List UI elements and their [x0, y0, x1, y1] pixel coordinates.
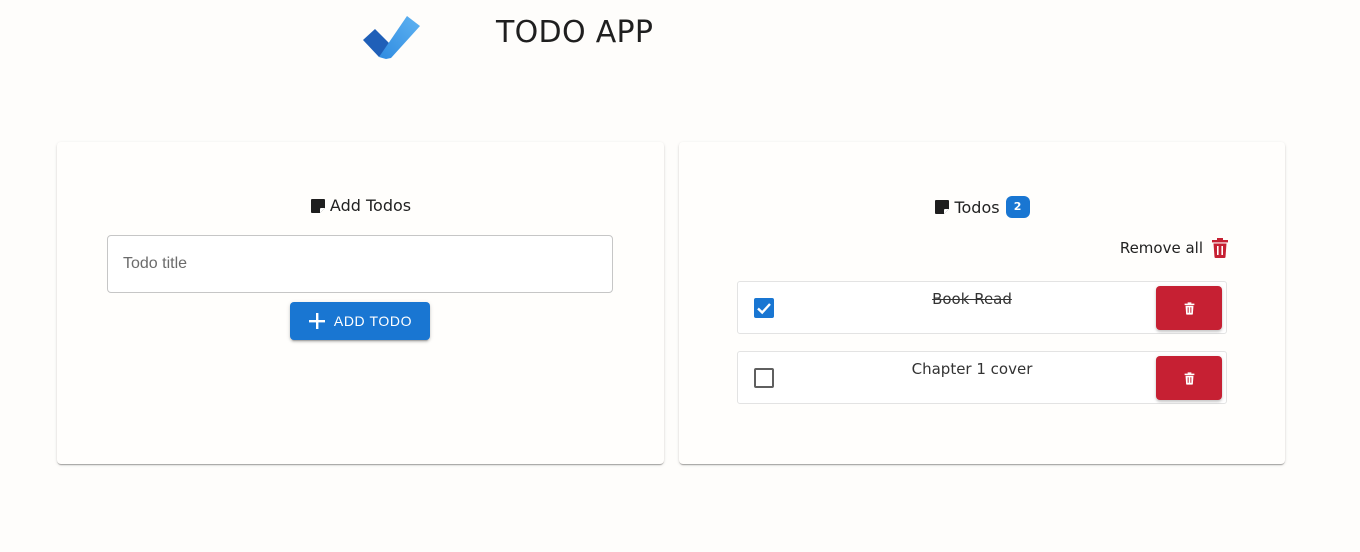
- add-todos-heading-label: Add Todos: [329, 196, 412, 215]
- remove-all-label: Remove all: [1119, 239, 1203, 257]
- add-todos-heading: Add Todos: [57, 196, 664, 215]
- todo-item: Chapter 1 cover: [737, 351, 1227, 404]
- todo-checkbox-unchecked[interactable]: [754, 368, 774, 388]
- todos-heading-label: Todos: [954, 197, 1000, 217]
- plus-icon: [308, 313, 325, 329]
- todo-checkbox-checked[interactable]: [754, 298, 774, 318]
- add-todo-card: Add Todos ADD TODO: [57, 142, 664, 464]
- todo-title: Chapter 1 cover: [911, 360, 1033, 378]
- trash-icon: [1184, 301, 1194, 315]
- todo-title-input[interactable]: [107, 235, 613, 293]
- trash-icon: [1212, 238, 1228, 258]
- trash-icon: [1184, 371, 1194, 385]
- sticky-note-icon: [935, 200, 950, 214]
- check-icon: [757, 303, 771, 315]
- add-todo-button[interactable]: ADD TODO: [290, 302, 430, 340]
- app-title: TODO APP: [496, 15, 654, 50]
- sticky-note-icon: [310, 198, 325, 213]
- delete-todo-button[interactable]: [1156, 286, 1222, 330]
- remove-all-button[interactable]: Remove all: [1120, 238, 1229, 258]
- delete-todo-button[interactable]: [1156, 356, 1222, 400]
- todo-list: Book Read Chapter 1 cover: [737, 281, 1227, 421]
- add-todo-button-label: ADD TODO: [333, 313, 413, 329]
- todo-count-badge: 2: [1005, 196, 1030, 218]
- check-logo-icon: [363, 16, 420, 59]
- todos-heading: Todos 2: [679, 196, 1285, 218]
- todo-list-card: Todos 2 Remove all Book Read Chapter 1 c…: [679, 142, 1285, 464]
- todo-item: Book Read: [737, 281, 1227, 334]
- todo-title: Book Read: [932, 290, 1012, 308]
